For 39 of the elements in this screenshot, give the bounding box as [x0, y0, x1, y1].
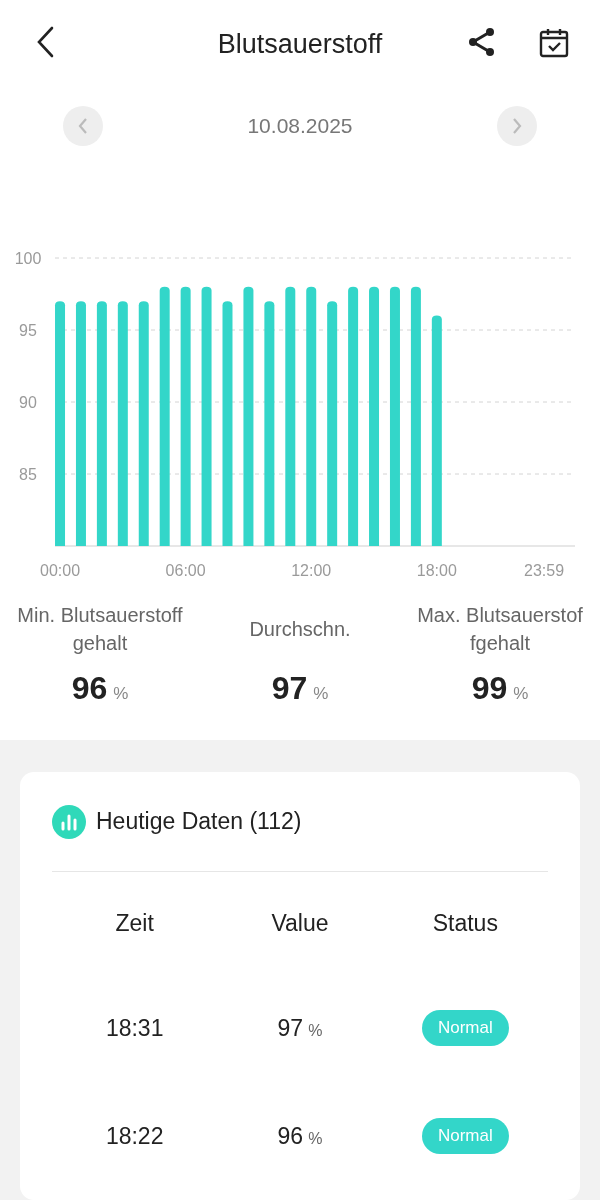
unit-label: % — [308, 1020, 323, 1041]
axis-label: 00:00 — [40, 562, 81, 579]
stat-label: Max. Blutsauerstof fgehalt — [416, 603, 584, 656]
date-label: 10.08.2025 — [247, 113, 353, 140]
axis-label: 90 — [19, 394, 37, 411]
section-title: Heutige Daten (112) — [96, 807, 302, 837]
unit-label: % — [513, 683, 529, 705]
table-cell-text: 97 — [277, 1013, 304, 1043]
column-header: Zeit — [114, 908, 155, 938]
column-header: Status — [431, 908, 499, 938]
table-cell-text: 18:22 — [104, 1121, 165, 1151]
axis-label: 12:00 — [291, 562, 332, 579]
share-icon — [468, 27, 496, 57]
calendar-check-icon — [539, 26, 569, 58]
status-badge: Normal — [421, 1118, 509, 1154]
stat-label: Min. Blutsauerstoff gehalt — [16, 603, 184, 656]
stat-label: Durchschn. — [248, 617, 352, 642]
chevron-left-icon — [78, 117, 88, 135]
stat-value: 99 — [471, 669, 508, 708]
back-icon — [36, 26, 54, 58]
stat-value: 96 — [71, 669, 108, 708]
axis-label: 23:59 — [524, 562, 565, 579]
axis-label: 18:00 — [416, 562, 457, 579]
table-cell-text: 18:31 — [104, 1013, 165, 1043]
stat-value: 97 — [271, 669, 308, 708]
page-title: Blutsauerstoff — [216, 28, 384, 61]
bar-chart-icon — [52, 804, 86, 839]
table-cell-text: 96 — [277, 1121, 304, 1151]
axis-label: 95 — [19, 322, 37, 339]
chevron-right-icon — [512, 117, 522, 135]
calendar-button[interactable] — [538, 26, 570, 58]
unit-label: % — [313, 683, 329, 705]
unit-label: % — [308, 1128, 323, 1149]
column-header: Value — [270, 908, 330, 938]
status-badge: Normal — [421, 1010, 509, 1046]
axis-label: 85 — [19, 466, 37, 483]
unit-label: % — [113, 683, 129, 705]
axis-label: 100 — [14, 250, 42, 267]
axis-label: 06:00 — [165, 562, 206, 579]
